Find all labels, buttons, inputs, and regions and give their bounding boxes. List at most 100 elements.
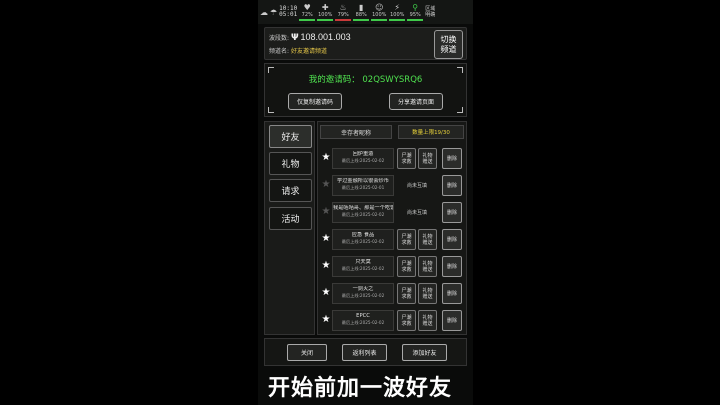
zombie-rescue-button[interactable]: 尸潮 求救: [397, 148, 416, 169]
game-screen: ☁ ☂ 10:10 05:01 ♥ 72% ✚ 100% ♨ 79% ▮ 88%: [258, 0, 473, 405]
friend-info: EPCC 最后上线:2025-02-02: [332, 310, 394, 331]
rain-icon: ☂: [270, 7, 278, 17]
friend-info: 只天莫 最后上线:2025-02-02: [332, 256, 394, 277]
delete-friend-button[interactable]: 删除: [442, 229, 462, 250]
friend-row: ★ 学过金融所以很会炒币 最后上线:2025-02-01 尚未互填 删除: [318, 173, 468, 198]
bottom-bar: 关闭 返利列表 添加好友: [264, 338, 467, 366]
channel-value: 好友邀请频道: [290, 48, 327, 55]
water-icon: ♨: [339, 3, 347, 12]
friend-last-online: 最后上线:2025-02-01: [341, 185, 385, 190]
meter-energy: ▮ 88%: [353, 3, 370, 21]
friend-row: ★ 应急 食品 最后上线:2025-02-02 尸潮 求救 礼物 赠送 删除: [318, 227, 468, 252]
star-icon[interactable]: ★: [320, 177, 332, 193]
cloud-icon: ☁: [260, 7, 268, 17]
friend-info: 学过金融所以很会炒币 最后上线:2025-02-01: [332, 175, 394, 196]
friend-name: EPCC: [356, 313, 370, 319]
tab-friends[interactable]: 好友: [269, 125, 312, 148]
zombie-rescue-button[interactable]: 尸潮 求救: [397, 229, 416, 250]
friend-last-online: 最后上线:2025-02-02: [341, 320, 385, 325]
friends-list-panel: 幸存者昵称 数量上限19/30 ★ 回炉重造 最后上线:2025-02-02 尸潮 求…: [317, 121, 467, 335]
send-gift-button[interactable]: 礼物 赠送: [418, 283, 437, 304]
delete-friend-button[interactable]: 删除: [442, 256, 462, 277]
star-icon[interactable]: ★: [320, 204, 332, 220]
meter-bar: [299, 19, 316, 21]
zombie-rescue-button[interactable]: 尸潮 求救: [397, 283, 416, 304]
invite-code-text: 我的邀请码： 02QSWYSRQ6: [308, 75, 423, 85]
star-icon[interactable]: ★: [320, 312, 332, 328]
share-invite-page-button[interactable]: 分享邀请页面: [389, 93, 443, 110]
friend-info: 回炉重造 最后上线:2025-02-02: [332, 148, 394, 169]
meter-value: 79%: [337, 12, 349, 18]
delete-friend-button[interactable]: 删除: [442, 202, 462, 223]
friend-name: 学过金融所以很会炒币: [337, 178, 389, 184]
zombie-rescue-button[interactable]: 尸潮 求救: [397, 310, 416, 331]
add-friend-button[interactable]: 添加好友: [402, 344, 447, 361]
band-value: 108.001.003: [300, 32, 351, 42]
star-icon[interactable]: ★: [320, 285, 332, 301]
zombie-rescue-button[interactable]: 尸潮 求救: [397, 256, 416, 277]
tab-requests[interactable]: 请求: [269, 179, 312, 202]
invite-code-box: 我的邀请码： 02QSWYSRQ6 仅复制邀请码 分享邀请页面: [264, 63, 467, 117]
send-gift-button[interactable]: 礼物 赠送: [418, 148, 437, 169]
friend-last-online: 最后上线:2025-02-02: [341, 266, 385, 271]
meter-value: 95%: [409, 12, 421, 18]
friend-last-online: 最后上线:2025-02-02: [341, 293, 385, 298]
zone-indicator: 区域 明确: [425, 6, 435, 18]
friend-row: ★ 一剑灭之 最后上线:2025-02-02 尸潮 求救 礼物 赠送 删除: [318, 281, 468, 306]
channel-label: 频道名:: [269, 48, 290, 55]
bolt-icon: ⚡: [394, 3, 401, 12]
switch-channel-button[interactable]: 切换 频道: [434, 30, 463, 59]
rebate-list-button[interactable]: 返利列表: [342, 344, 387, 361]
copy-invite-code-button[interactable]: 仅复制邀请码: [288, 93, 342, 110]
tab-gifts[interactable]: 礼物: [269, 152, 312, 175]
close-button[interactable]: 关闭: [287, 344, 327, 361]
send-gift-button[interactable]: 礼物 赠送: [418, 310, 437, 331]
star-icon[interactable]: ★: [320, 150, 332, 166]
friend-name: 回炉重造: [352, 151, 374, 157]
delete-friend-button[interactable]: 删除: [442, 175, 462, 196]
zone-value: 明确: [425, 12, 436, 18]
star-icon[interactable]: ★: [320, 258, 332, 274]
not-mutual-status: 尚未互填: [406, 182, 427, 189]
meter-food: ✚ 100%: [317, 3, 334, 21]
meter-value: 72%: [301, 12, 313, 18]
send-gift-button[interactable]: 礼物 赠送: [418, 229, 437, 250]
delete-friend-button[interactable]: 删除: [442, 283, 462, 304]
survivor-name-header: 幸存者昵称: [320, 125, 392, 139]
star-icon[interactable]: ★: [320, 231, 332, 247]
send-gift-button[interactable]: 礼物 赠送: [418, 256, 437, 277]
list-header: 幸存者昵称 数量上限19/30: [318, 123, 468, 139]
band-row: 波段数: Ψ 108.001.003: [269, 32, 351, 43]
friend-name: 一剑灭之: [352, 286, 374, 292]
meter-bar: [353, 19, 370, 21]
radio-antenna-icon: Ψ: [290, 33, 299, 43]
not-mutual-status: 尚未互填: [406, 209, 427, 216]
food-icon: ✚: [321, 3, 329, 12]
meter-bar: [389, 19, 406, 21]
friend-row: ★ 我是咕咕哥、那是一个吃饭 最后上线:2025-02-02 尚未互填 删除: [318, 200, 468, 225]
friend-row: ★ 回炉重造 最后上线:2025-02-02 尸潮 求救 礼物 赠送 删除: [318, 146, 468, 171]
friend-row: ★ EPCC 最后上线:2025-02-02 尸潮 求救 礼物 赠送 删除: [318, 308, 468, 333]
battery-icon: ▮: [359, 3, 364, 12]
channel-header: 波段数: Ψ 108.001.003 频道名: 好友邀请频道 切换 频道: [264, 27, 467, 60]
heart-icon: ♥: [303, 3, 311, 12]
tab-column: 好友 礼物 请求 活动: [264, 121, 315, 335]
delete-friend-button[interactable]: 删除: [442, 310, 462, 331]
friend-count-header: 数量上限19/30: [398, 125, 464, 139]
switch-channel-label: 切换 频道: [440, 34, 457, 54]
meter-bar: [407, 19, 424, 21]
frame-corner: [268, 107, 274, 113]
tab-events[interactable]: 活动: [269, 207, 312, 230]
meter-value: 100%: [318, 12, 333, 18]
delete-friend-button[interactable]: 删除: [442, 148, 462, 169]
friend-last-online: 最后上线:2025-02-02: [341, 212, 385, 217]
clock: 10:10 05:01: [279, 6, 297, 18]
meter-stamina: ⚡ 100%: [389, 3, 406, 21]
meter-value: 100%: [390, 12, 405, 18]
meter-bar: [335, 19, 352, 21]
friend-info: 一剑灭之 最后上线:2025-02-02: [332, 283, 394, 304]
channel-row: 频道名: 好友邀请频道: [269, 46, 327, 55]
friend-last-online: 最后上线:2025-02-02: [341, 158, 385, 163]
meter-mood: ☺ 100%: [371, 3, 388, 21]
walk-icon: ⚲: [412, 3, 419, 12]
